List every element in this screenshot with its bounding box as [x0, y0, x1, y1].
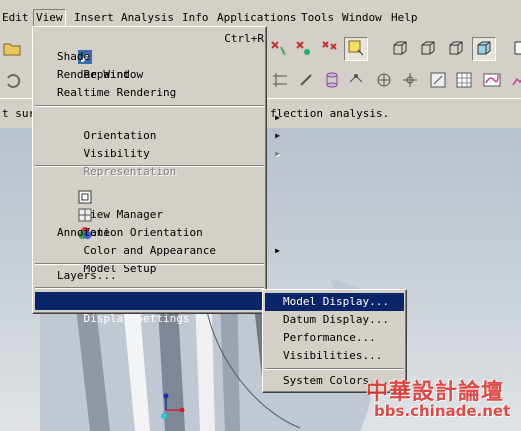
repaint-icon [38, 32, 92, 64]
csys-icon[interactable] [372, 69, 396, 93]
display-settings-label: Display Settings [83, 312, 190, 325]
grid-icon[interactable] [452, 69, 476, 93]
menu-tools[interactable]: Tools [299, 10, 336, 26]
submenu-arrow-icon: ▶ [275, 149, 280, 158]
axis-icon[interactable] [294, 69, 318, 93]
submenu-arrow-icon: ▶ [275, 131, 280, 140]
axis-toggle-icon[interactable] [292, 37, 316, 61]
menu-item-annotation-orientation[interactable]: Annotation Orientation [35, 224, 286, 242]
point-icon[interactable] [344, 69, 368, 93]
menu-item-realtime-rendering[interactable]: Realtime Rendering [35, 84, 286, 102]
menu-edit[interactable]: Edit [0, 10, 31, 26]
csys-toggle-icon[interactable] [344, 37, 368, 61]
menu-separator [265, 368, 404, 370]
menu-item-model-display[interactable]: Model Display... [265, 293, 404, 311]
menu-separator [35, 105, 264, 107]
menu-view[interactable]: View [33, 9, 66, 27]
menu-item-view-manager[interactable]: View Manager [35, 170, 286, 221]
no-hidden-icon[interactable] [444, 37, 468, 61]
message-right-text: flection analysis. [270, 107, 390, 120]
menu-item-shade[interactable]: Shade [35, 48, 286, 66]
cylinder-icon[interactable] [320, 69, 344, 93]
hidden-line-icon[interactable] [416, 37, 440, 61]
menu-item-model-setup[interactable]: Model Setup ▶ [35, 242, 286, 275]
wireframe-icon[interactable] [388, 37, 412, 61]
display-icon[interactable] [508, 37, 521, 61]
open-folder-icon[interactable] [0, 37, 24, 61]
menu-item-repaint[interactable]: Repaint Ctrl+R [35, 30, 286, 81]
submenu-arrow-icon: ▶ [275, 113, 280, 122]
view-menu-dropdown: Repaint Ctrl+R Shade Render Window Realt… [32, 26, 286, 325]
menu-item-color-appearance[interactable]: Color and Appearance [35, 206, 286, 257]
menu-item-visibility[interactable]: Visibility ▶ [35, 127, 286, 160]
menu-item-representation: Representation ▶ [35, 145, 286, 178]
analysis-icon[interactable] [398, 69, 422, 93]
sketch-icon[interactable] [426, 69, 450, 93]
site-watermark: 中華設計論壇 bbs.chinade.net [360, 374, 518, 424]
undo-icon[interactable] [0, 69, 24, 93]
submenu-arrow-icon: ▶ [275, 246, 280, 255]
menu-help[interactable]: Help [389, 10, 420, 26]
graph-icon[interactable] [506, 69, 521, 93]
menu-item-visibilities[interactable]: Visibilities... [265, 347, 404, 365]
menu-item-display-settings[interactable]: Display Settings ▶ [35, 292, 286, 325]
menu-insert[interactable]: Insert [72, 10, 116, 26]
menu-separator [35, 287, 264, 289]
menu-applications[interactable]: Applications [215, 10, 298, 26]
menu-separator [35, 165, 264, 167]
menu-separator [35, 263, 264, 265]
repaint-shortcut: Ctrl+R [224, 32, 264, 45]
menu-item-orientation[interactable]: Orientation ▶ [35, 109, 286, 142]
watermark-url-text: bbs.chinade.net [374, 402, 511, 420]
menu-item-datum-display[interactable]: Datum Display... [265, 311, 404, 329]
menu-item-zone[interactable]: Zone [35, 188, 286, 239]
shading-icon[interactable] [472, 37, 496, 61]
zone-icon [38, 190, 92, 222]
menu-item-render-window[interactable]: Render Window [35, 66, 286, 84]
curve-icon[interactable] [480, 69, 504, 93]
message-left-text: t sur [2, 107, 36, 120]
menu-info[interactable]: Info [180, 10, 211, 26]
menu-window[interactable]: Window [340, 10, 384, 26]
point-toggle-icon[interactable] [318, 37, 342, 61]
menu-item-performance[interactable]: Performance... [265, 329, 404, 347]
menu-analysis[interactable]: Analysis [119, 10, 176, 26]
menu-item-layers[interactable]: Layers... [35, 267, 286, 285]
view-manager-icon [38, 172, 92, 204]
color-wheel-icon [38, 208, 92, 239]
